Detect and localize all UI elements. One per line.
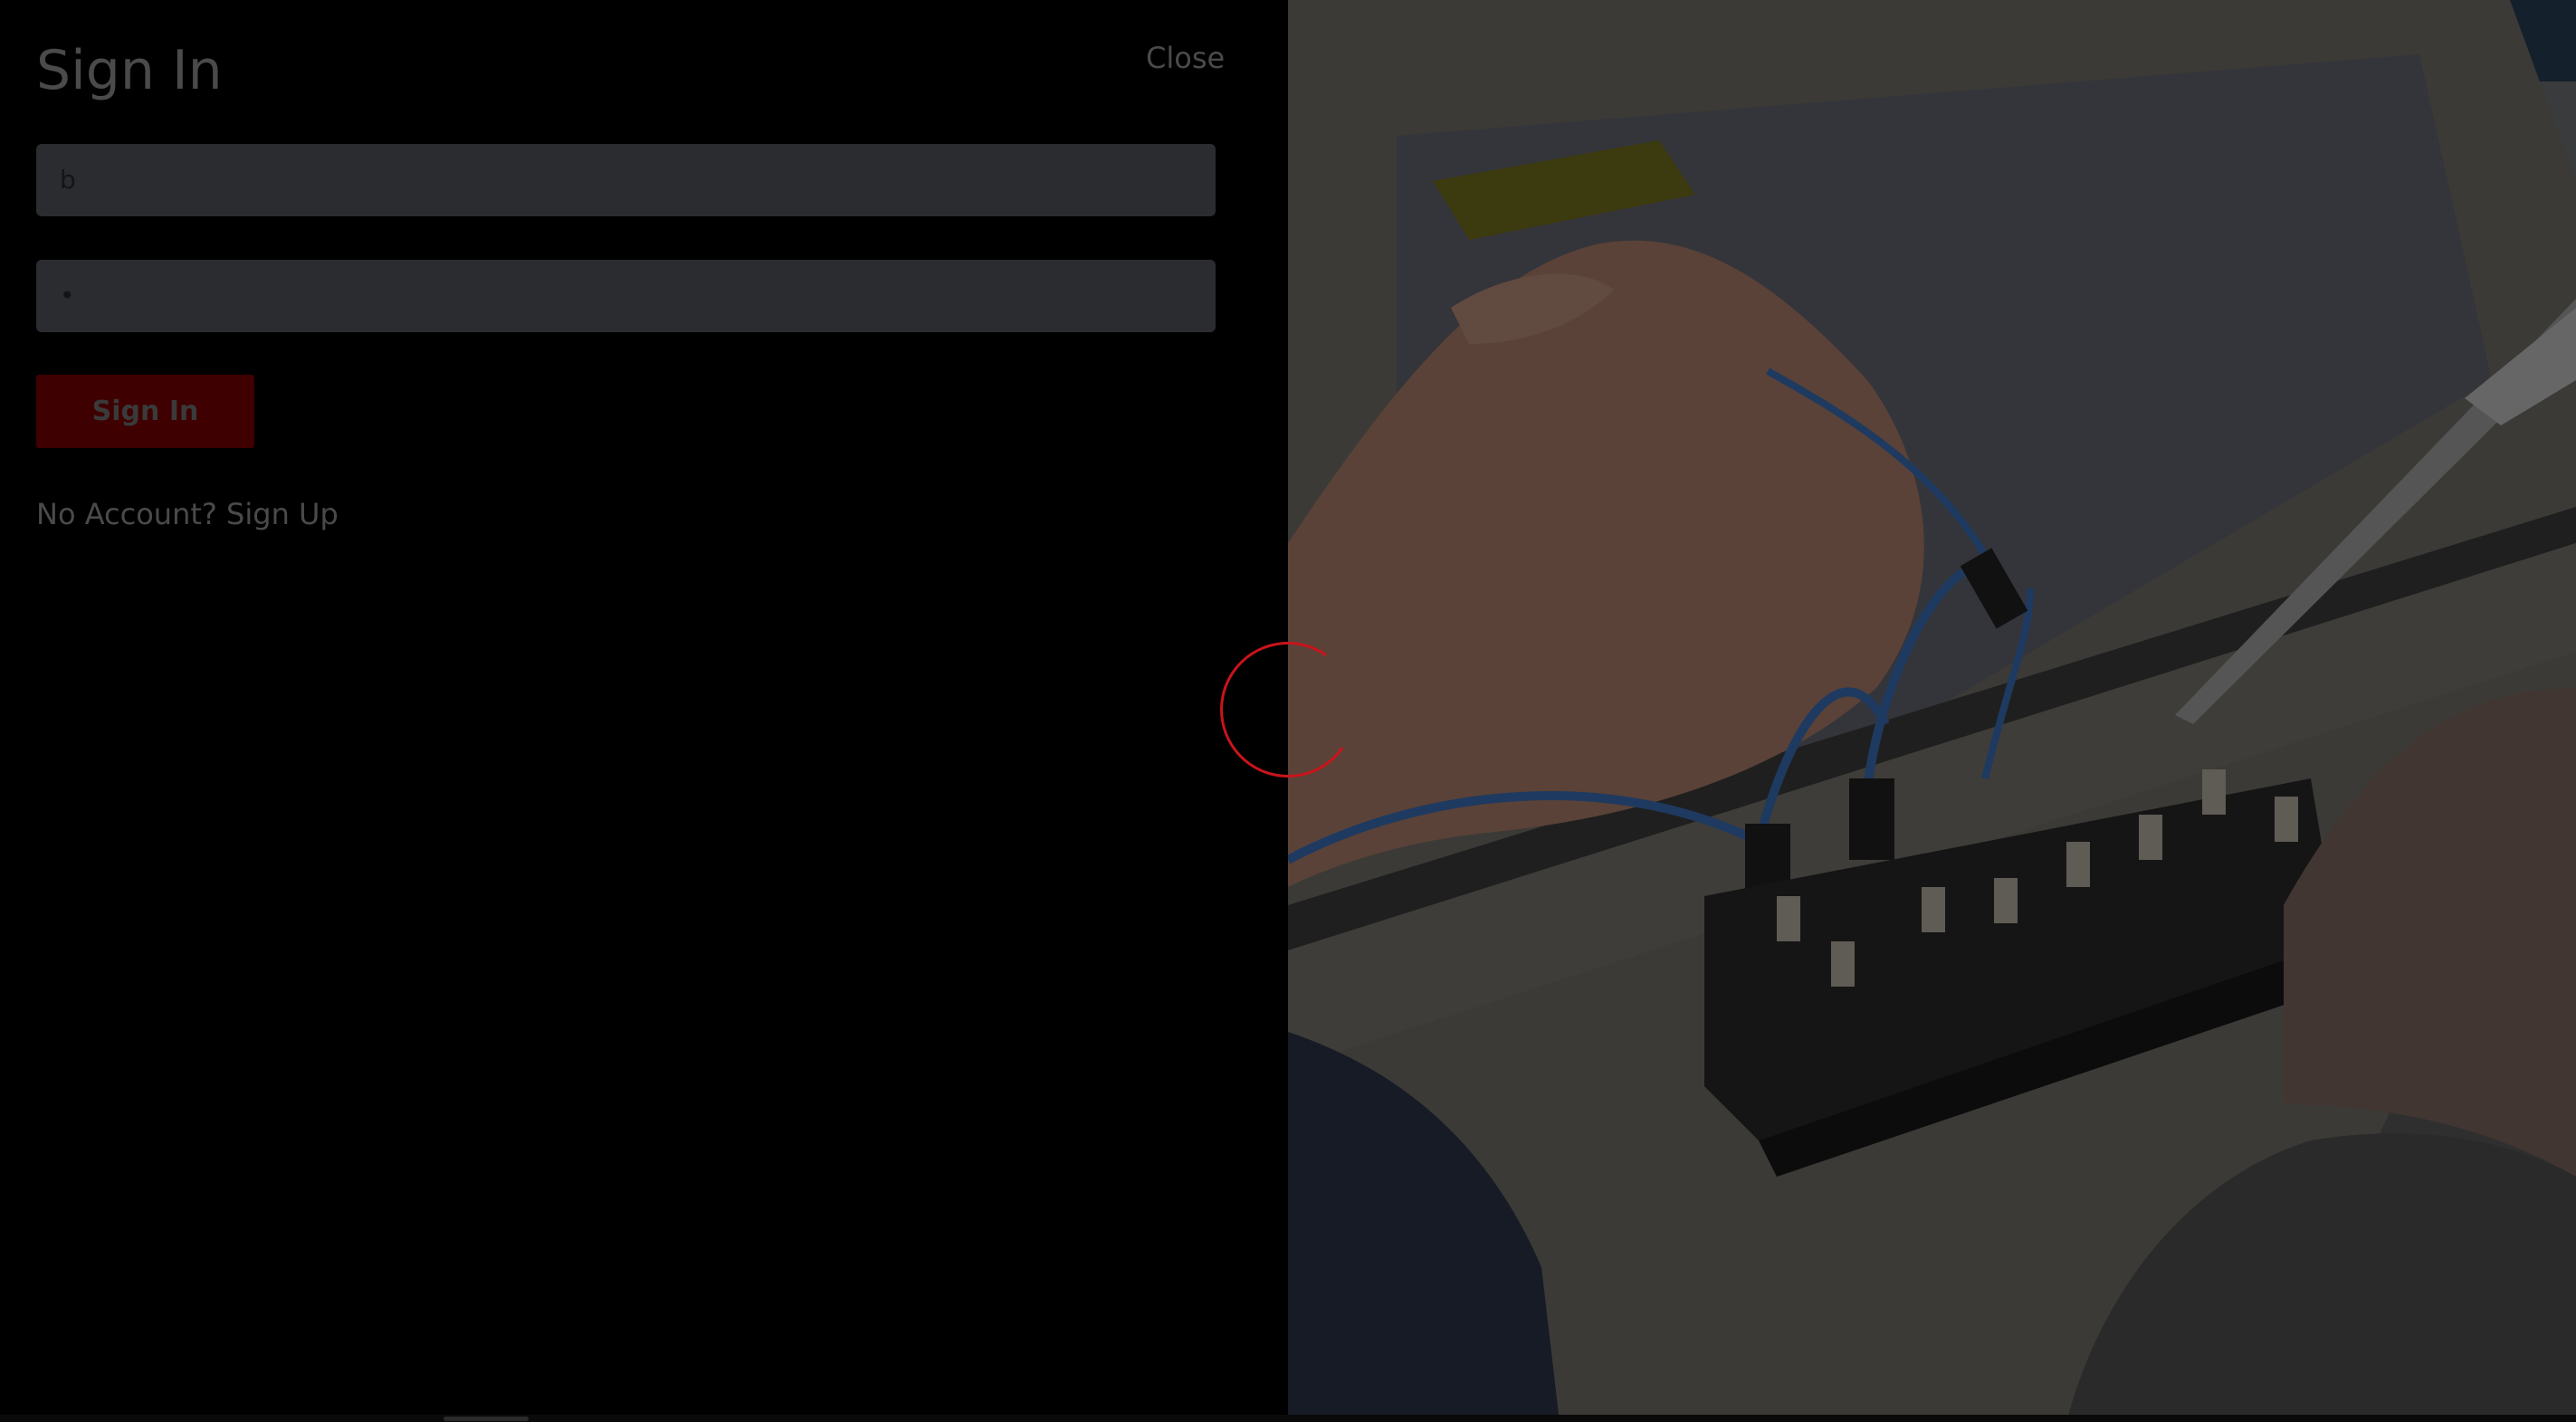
signup-row: No Account? Sign Up xyxy=(36,494,339,534)
username-field[interactable]: b xyxy=(36,144,1216,216)
horizontal-scrollbar[interactable] xyxy=(0,1415,2576,1422)
scrollbar-thumb[interactable] xyxy=(444,1417,529,1421)
signup-link[interactable]: Sign Up xyxy=(226,497,339,531)
background-photo xyxy=(1288,0,2576,1422)
page-title: Sign In xyxy=(36,39,223,102)
signin-button[interactable]: Sign In xyxy=(36,375,254,448)
soldering-photo-image xyxy=(1288,0,2576,1422)
close-button[interactable]: Close xyxy=(1146,40,1225,76)
signin-panel: Sign In Close b • Sign In No Account? Si… xyxy=(0,0,1288,1422)
signup-prompt: No Account? xyxy=(36,497,217,531)
app-page: Sign In Close b • Sign In No Account? Si… xyxy=(0,0,2576,1422)
password-field[interactable]: • xyxy=(36,260,1216,332)
